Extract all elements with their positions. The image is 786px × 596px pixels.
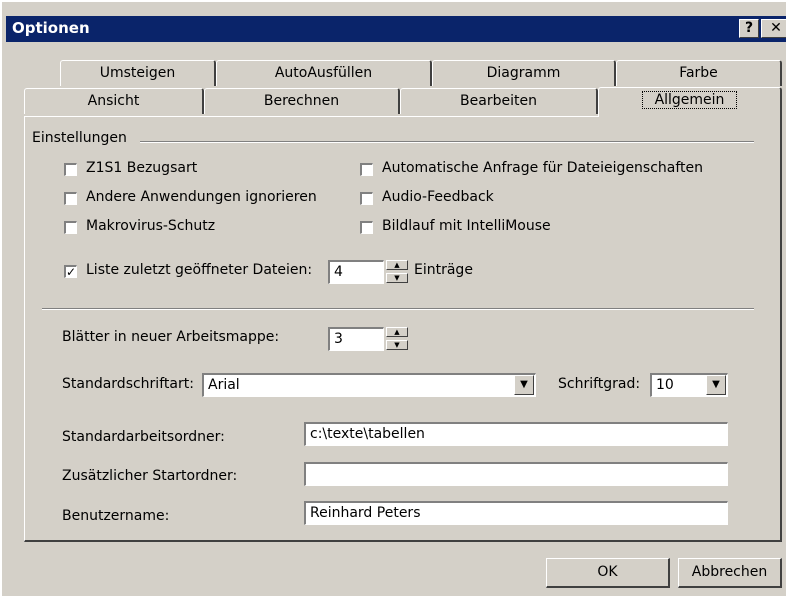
tab-diagramm[interactable]: Diagramm [432,60,616,86]
arrow-up-icon: ▲ [394,261,400,269]
recent-files-label: Liste zuletzt geöffneter Dateien: [86,262,313,278]
startup-folder-input[interactable] [304,462,728,486]
tab-label: Bearbeiten [460,93,537,109]
recent-files-count-input[interactable]: 4 [328,260,384,284]
tab-allgemein[interactable]: Allgemein [598,87,782,117]
tab-label: Umsteigen [99,65,176,81]
tab-bearbeiten[interactable]: Bearbeiten [400,88,598,114]
sheets-label: Blätter in neuer Arbeitsmappe: [62,329,280,345]
tab-label: Ansicht [87,93,140,109]
tab-label: Allgemein [641,91,738,109]
checkbox-ignore-apps[interactable] [64,192,77,205]
options-dialog: Optionen ? ✕ Umsteigen AutoAusfüllen Dia… [0,0,786,596]
close-icon: ✕ [770,20,782,36]
checkbox-audio-feedback-label: Audio-Feedback [382,189,494,205]
recent-files-spin-down[interactable]: ▼ [386,273,408,283]
sheets-spin-down[interactable]: ▼ [386,340,408,350]
font-label: Standardschriftart: [62,376,194,392]
tab-umsteigen[interactable]: Umsteigen [60,60,216,86]
font-size-label: Schriftgrad: [558,376,641,392]
tab-berechnen[interactable]: Berechnen [204,88,400,114]
chevron-down-icon: ▼ [520,379,528,390]
arrow-up-icon: ▲ [394,328,400,336]
window-title: Optionen [12,19,90,37]
user-name-label: Benutzername: [62,508,170,524]
sheets-spin-up[interactable]: ▲ [386,327,408,337]
group-separator [140,141,754,143]
tab-label: Farbe [679,65,718,81]
help-icon: ? [744,20,754,36]
tab-label: Diagramm [486,65,561,81]
checkbox-audio-feedback[interactable] [360,192,373,205]
section-separator [42,308,754,310]
recent-files-suffix: Einträge [414,262,473,278]
checkbox-ignore-apps-label: Andere Anwendungen ignorieren [86,189,317,205]
tab-label: Berechnen [263,93,340,109]
sheets-count-input[interactable]: 3 [328,327,384,351]
work-folder-input[interactable]: c:\texte\tabellen [304,422,728,446]
checkbox-macro-virus[interactable] [64,221,77,234]
arrow-down-icon: ▼ [394,341,400,349]
ok-button[interactable]: OK [546,558,670,588]
user-name-input[interactable]: Reinhard Peters [304,501,728,525]
close-button[interactable]: ✕ [761,19,786,38]
checkbox-auto-properties[interactable] [360,163,373,176]
ok-button-label: OK [597,564,618,580]
checkbox-macro-virus-label: Makrovirus-Schutz [86,218,216,234]
group-title: Einstellungen [32,130,127,146]
checkbox-intellimouse[interactable] [360,221,373,234]
work-folder-label: Standardarbeitsordner: [62,429,225,445]
checkbox-intellimouse-label: Bildlauf mit IntelliMouse [382,218,551,234]
title-bar: Optionen ? ✕ [6,16,786,42]
startup-folder-label: Zusätzlicher Startordner: [62,468,238,484]
check-icon: ✓ [66,265,77,279]
chevron-down-icon: ▼ [712,379,720,390]
checkbox-z1s1-label: Z1S1 Bezugsart [86,160,198,176]
cancel-button[interactable]: Abbrechen [678,558,782,588]
help-button[interactable]: ? [739,19,759,38]
tab-farbe[interactable]: Farbe [616,60,782,86]
font-dropdown-button[interactable]: ▼ [514,375,534,395]
font-select[interactable]: Arial [202,373,536,397]
checkbox-auto-properties-label: Automatische Anfrage für Dateieigenschaf… [382,160,704,176]
checkbox-z1s1[interactable] [64,163,77,176]
tab-ansicht[interactable]: Ansicht [24,88,204,114]
checkbox-recent-files[interactable]: ✓ [64,265,77,278]
arrow-down-icon: ▼ [394,274,400,282]
font-size-dropdown-button[interactable]: ▼ [706,375,726,395]
recent-files-spin-up[interactable]: ▲ [386,260,408,270]
tab-autoausfuellen[interactable]: AutoAusfüllen [216,60,432,86]
cancel-button-label: Abbrechen [691,564,768,580]
tab-label: AutoAusfüllen [274,65,373,81]
